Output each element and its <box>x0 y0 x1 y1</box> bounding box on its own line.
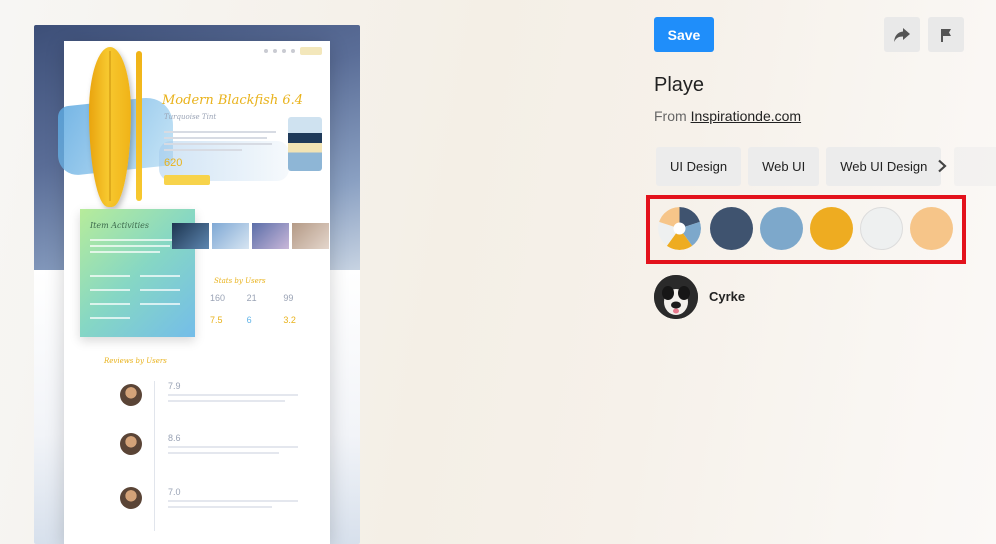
mock-review-timeline <box>154 381 155 531</box>
save-button[interactable]: Save <box>654 17 714 52</box>
mock-stat: 7.5 <box>210 315 223 325</box>
mock-price: 620 <box>164 157 183 169</box>
mock-product-subtitle: Turquoise Tint <box>164 113 217 121</box>
mock-nav <box>264 47 322 55</box>
mock-description <box>164 131 276 155</box>
source-link[interactable]: Inspirationde.com <box>691 108 802 124</box>
mock-photo-strip <box>172 223 329 249</box>
color-swatch-dark-blue[interactable] <box>710 207 753 250</box>
color-swatch-light-blue[interactable] <box>760 207 803 250</box>
tags-next-button[interactable] <box>932 147 996 186</box>
pin-image[interactable]: Modern Blackfish 6.4 Turquoise Tint 620 … <box>34 25 360 544</box>
mock-stat: 160 <box>210 293 226 303</box>
dog-avatar-image <box>654 275 698 319</box>
tag-list: UI Design Web UI Web UI Design <box>656 147 942 186</box>
tag-web-ui-design[interactable]: Web UI Design <box>826 147 942 186</box>
palette-pie-swatch[interactable] <box>658 207 701 250</box>
pie-center <box>673 222 686 235</box>
pin-title: Playe <box>654 74 705 96</box>
board-shorts-image <box>288 117 322 171</box>
user-name[interactable]: Cyrke <box>709 289 745 304</box>
mock-stat: 99 <box>283 293 294 303</box>
report-button[interactable] <box>928 17 964 52</box>
mock-stats-grid: 160 21 99 7.5 6 3.2 <box>210 293 320 325</box>
mock-product-title: Modern Blackfish 6.4 <box>162 93 304 108</box>
mock-stats-title: Stats by Users <box>214 277 266 285</box>
tag-partial <box>954 147 996 186</box>
flag-icon <box>941 28 951 42</box>
mock-review: 7.9 <box>168 381 298 406</box>
mock-review: 7.0 <box>168 487 298 512</box>
surfboard-edge-image <box>136 51 142 201</box>
mock-stat: 3.2 <box>283 315 296 325</box>
mock-reviews-title: Reviews by Users <box>104 357 167 365</box>
mock-landing-page: Modern Blackfish 6.4 Turquoise Tint 620 … <box>58 41 330 544</box>
mock-activity-title: Item Activities <box>90 221 149 230</box>
color-swatch-peach[interactable] <box>910 207 953 250</box>
tag-web-ui[interactable]: Web UI <box>748 147 820 186</box>
color-swatch-white[interactable] <box>860 207 903 250</box>
mock-stat: 21 <box>246 293 257 303</box>
share-button[interactable] <box>884 17 920 52</box>
mock-review-avatar <box>120 384 142 406</box>
mock-review-avatar <box>120 433 142 455</box>
share-arrow-icon <box>894 27 910 42</box>
surfboard-image <box>89 47 131 207</box>
avatar[interactable] <box>654 275 698 319</box>
mock-review: 8.6 <box>168 433 298 458</box>
chevron-right-icon <box>938 159 947 173</box>
mock-shop-button <box>164 175 210 185</box>
color-swatch-yellow[interactable] <box>810 207 853 250</box>
mock-review-avatar <box>120 487 142 509</box>
mock-stat: 6 <box>246 315 252 325</box>
source-prefix: From <box>654 108 687 124</box>
pin-source: From Inspirationde.com <box>654 108 801 124</box>
tag-ui-design[interactable]: UI Design <box>656 147 742 186</box>
